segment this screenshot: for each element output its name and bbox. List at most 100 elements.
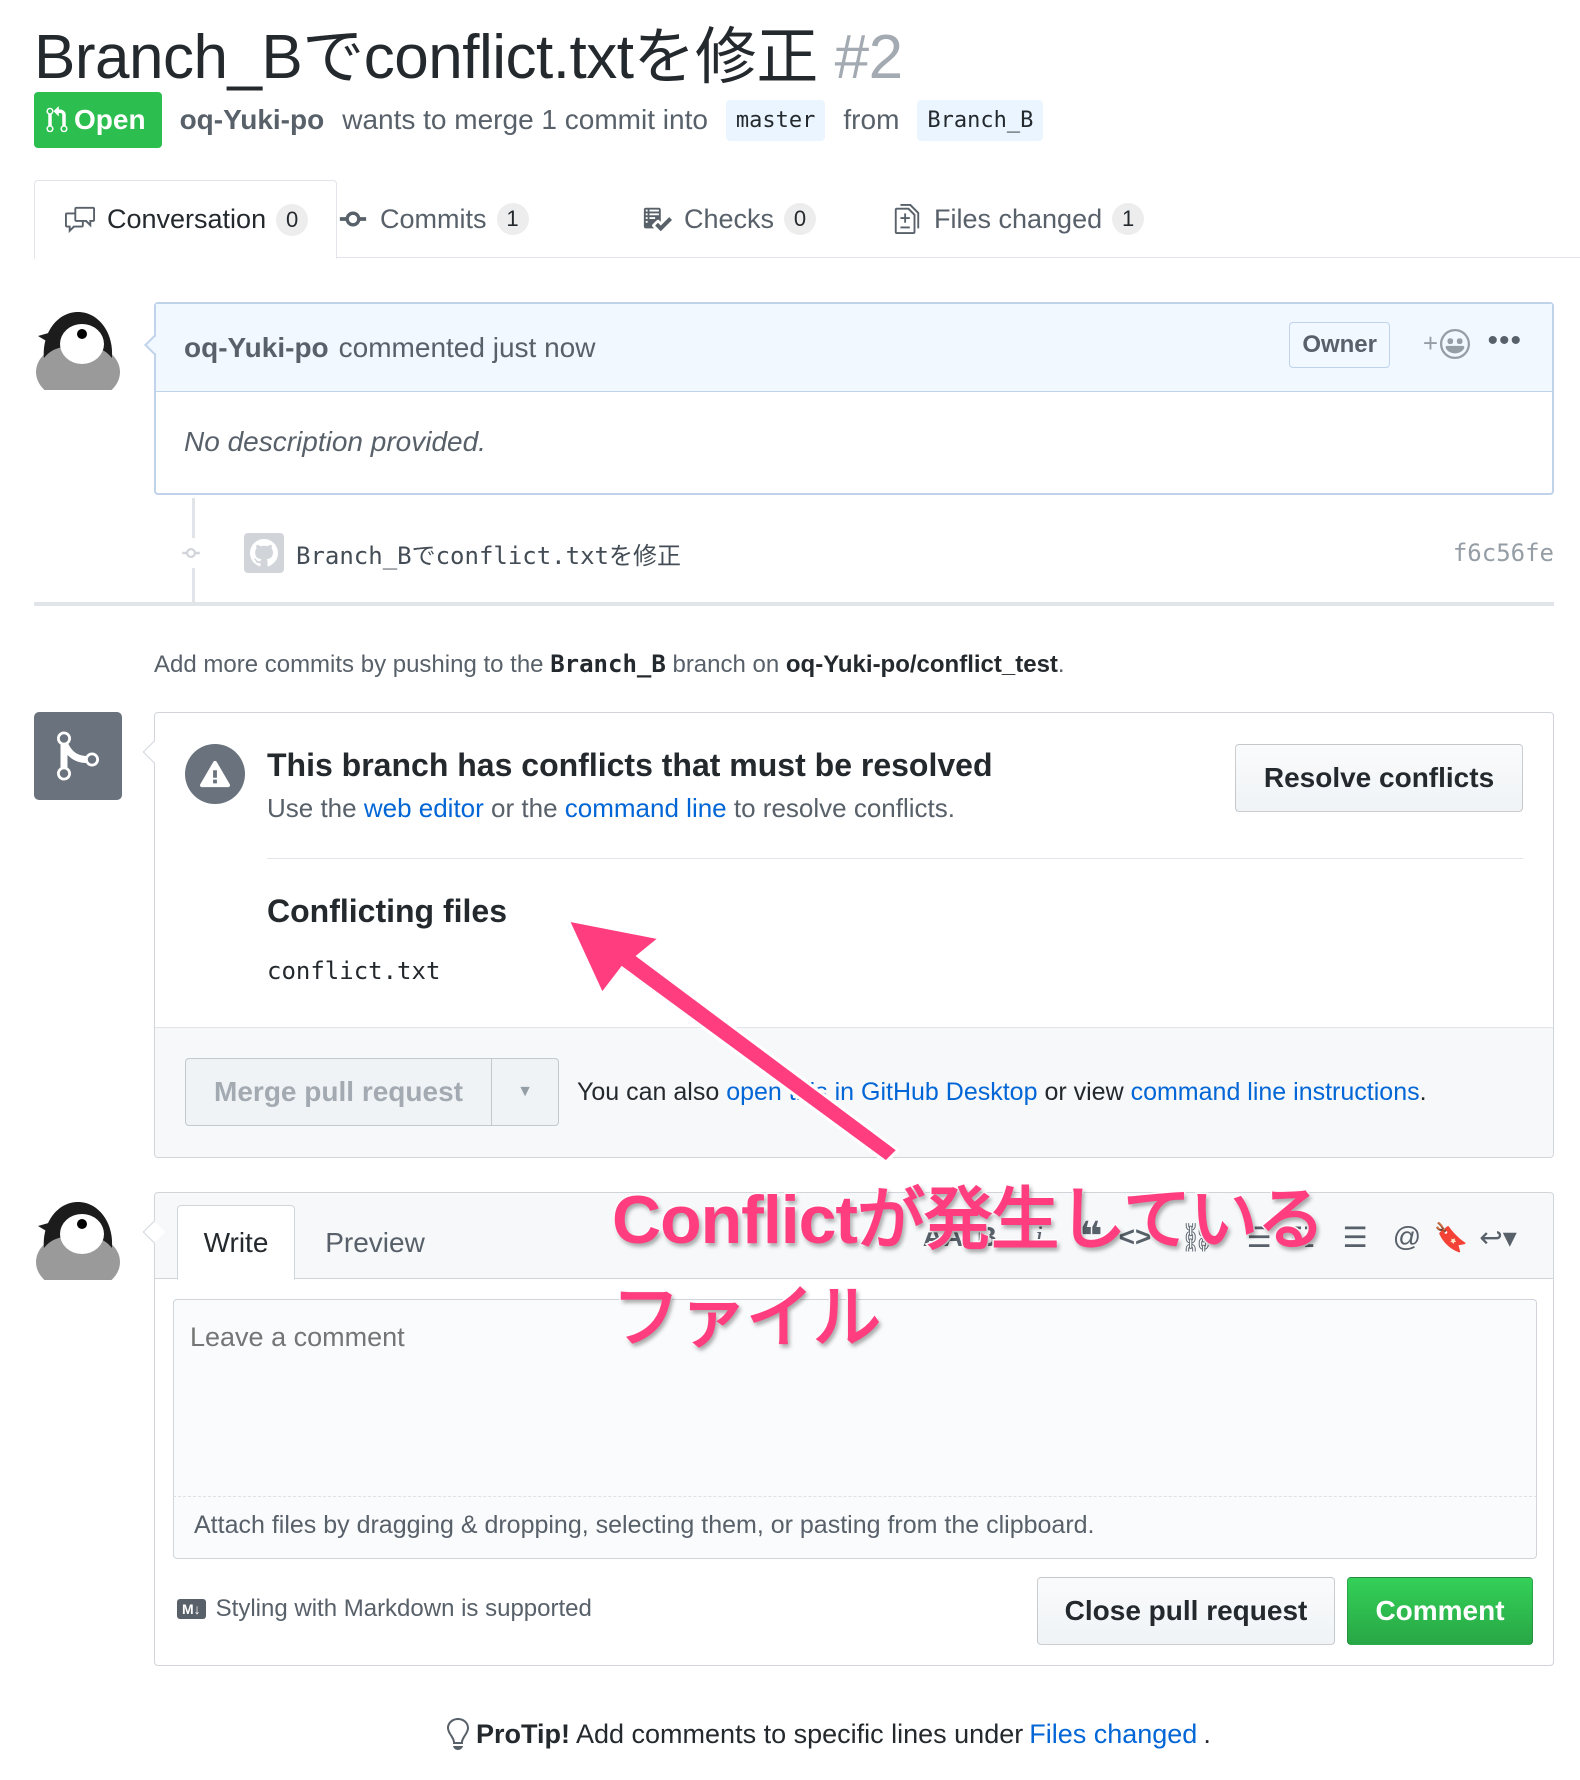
annotation-text-line2: ファイル [610, 1279, 882, 1358]
state-badge: Open [34, 92, 162, 148]
command-line-link[interactable]: command line [565, 793, 727, 823]
git-pull-request-icon [46, 106, 68, 133]
add-reaction-button[interactable]: + [1423, 328, 1470, 359]
timeline-commit: Branch_Bでconflict.txtを修正 f6c56fe [176, 530, 1554, 576]
add-more-middle: branch on [672, 651, 780, 678]
alert-icon [185, 744, 245, 804]
web-editor-link[interactable]: web editor [364, 793, 484, 823]
state-label: Open [74, 104, 146, 135]
protip: ProTip! Add comments to specific lines u… [444, 1718, 1211, 1750]
conflict-sub-prefix: Use the [267, 793, 357, 823]
pr-title-text: Branch_Bでconflict.txtを修正 [34, 23, 818, 92]
commit-sha-link[interactable]: f6c56fe [1453, 539, 1554, 567]
add-more-repo: oq-Yuki-po/conflict_test [785, 651, 1058, 678]
tab-counter: 1 [496, 203, 529, 235]
plus-icon: + [1422, 328, 1438, 358]
comment-button[interactable]: Comment [1347, 1577, 1533, 1645]
add-more-suffix: . [1057, 651, 1065, 678]
penguin-avatar-icon [34, 302, 122, 390]
head-branch[interactable]: Branch_B [917, 99, 1044, 141]
close-pull-request-button[interactable]: Close pull request [1037, 1577, 1335, 1645]
tab-counter: 1 [1112, 203, 1145, 235]
tab-write[interactable]: Write [177, 1205, 295, 1280]
from-text: from [843, 104, 900, 135]
commit-message-link[interactable]: Branch_Bでconflict.txtを修正 [296, 536, 681, 571]
git-merge-icon [57, 731, 99, 781]
tab-label: Files changed [934, 203, 1103, 234]
tab-files-changed[interactable]: Files changed 1 [890, 180, 1145, 258]
comment-body: No description provided. [184, 426, 486, 457]
pr-meta: Open oq-Yuki-po wants to merge 1 commit … [34, 92, 1044, 148]
avatar[interactable] [34, 1192, 122, 1280]
merge-pull-request-button[interactable]: Merge pull request [186, 1059, 492, 1125]
merge-alt-note: You can also open this in GitHub Desktop… [577, 1078, 1427, 1107]
conflict-sub-middle: or the [491, 793, 558, 823]
merge-note-prefix: You can also [577, 1078, 720, 1106]
add-more-prefix: Add more commits by pushing to the [154, 651, 544, 678]
tab-conversation[interactable]: Conversation 0 [34, 180, 338, 259]
timeline-divider [34, 602, 1554, 606]
penguin-avatar-icon [34, 1192, 122, 1280]
open-desktop-link[interactable]: open this in GitHub Desktop [726, 1078, 1037, 1106]
pr-tabs: Conversation 0 Commits 1 Checks 0 Files … [34, 180, 1580, 259]
merge-note-suffix: . [1419, 1078, 1427, 1106]
merge-footer: Merge pull request ▼ You can also open t… [155, 1027, 1553, 1157]
commit-author-avatar[interactable] [244, 533, 284, 573]
markdown-support-note[interactable]: M↓ Styling with Markdown is supported [177, 1595, 592, 1623]
mention-icon[interactable]: @ [1385, 1221, 1429, 1253]
tasklist-icon[interactable]: ☰ [1325, 1221, 1385, 1254]
triangle-down-icon: ▼ [517, 1083, 533, 1100]
light-bulb-icon [447, 1718, 469, 1750]
kebab-horizontal-icon: ••• [1487, 324, 1522, 357]
checklist-icon [643, 207, 672, 232]
tab-counter: 0 [784, 203, 817, 235]
tab-label: Conversation [107, 204, 267, 234]
merge-method-dropdown[interactable]: ▼ [492, 1059, 558, 1125]
conflicting-file: conflict.txt [267, 957, 441, 985]
pr-number: #2 [834, 23, 903, 92]
tab-checks[interactable]: Checks 0 [640, 180, 817, 258]
github-mark-icon [250, 539, 278, 567]
comment-options-button[interactable]: ••• [1487, 324, 1522, 358]
annotation-text-line1: Conflictが発生している [610, 1181, 1326, 1260]
smiley-icon [1440, 328, 1470, 359]
file-attach-bar[interactable]: Attach files by dragging & dropping, sel… [173, 1497, 1537, 1559]
comment-action[interactable]: commented just now [339, 332, 596, 364]
cli-instructions-link[interactable]: command line instructions [1131, 1078, 1420, 1106]
merge-box: This branch has conflicts that must be r… [154, 712, 1554, 1158]
conflicting-files-title: Conflicting files [267, 893, 507, 929]
add-more-branch: Branch_B [550, 650, 666, 678]
protip-suffix: . [1203, 1718, 1211, 1749]
files-changed-link[interactable]: Files changed [1029, 1719, 1197, 1750]
avatar[interactable] [34, 302, 122, 390]
conflict-sub-suffix: to resolve conflicts. [733, 793, 955, 823]
tab-commits[interactable]: Commits 1 [336, 180, 529, 258]
markdown-note-text: Styling with Markdown is supported [215, 1595, 592, 1622]
tab-label: Commits [380, 203, 487, 234]
conflict-subtitle: Use the web editor or the command line t… [267, 793, 955, 824]
base-branch[interactable]: master [725, 99, 826, 141]
merge-status-avatar [34, 712, 122, 800]
merge-note-middle: or view [1044, 1078, 1124, 1106]
reply-icon[interactable]: ↩▾ [1473, 1221, 1523, 1254]
pr-title: Branch_Bでconflict.txtを修正 #2 [34, 6, 903, 96]
pr-author-link[interactable]: oq-Yuki-po [180, 104, 325, 136]
git-commit-icon [339, 211, 367, 227]
protip-bold: ProTip! [476, 1718, 570, 1749]
merge-text: wants to merge 1 commit into [342, 104, 708, 135]
markdown-icon: M↓ [177, 1599, 206, 1619]
diff-icon [894, 204, 920, 234]
merge-button-group: Merge pull request ▼ [185, 1058, 559, 1126]
bookmark-icon[interactable]: 🔖 [1429, 1221, 1473, 1254]
add-more-commits-note: Add more commits by pushing to the Branc… [154, 650, 1065, 679]
git-commit-icon [176, 538, 206, 568]
tab-preview[interactable]: Preview [315, 1205, 435, 1280]
tab-label: Checks [684, 203, 775, 234]
pr-description-comment: oq-Yuki-po commented just now Owner + ••… [154, 302, 1554, 495]
tab-counter: 0 [276, 203, 309, 236]
resolve-conflicts-button[interactable]: Resolve conflicts [1235, 744, 1523, 812]
conflict-title: This branch has conflicts that must be r… [267, 747, 993, 783]
comment-author-link[interactable]: oq-Yuki-po [184, 332, 329, 364]
owner-badge: Owner [1289, 322, 1390, 368]
comment-discussion-icon [65, 206, 95, 233]
